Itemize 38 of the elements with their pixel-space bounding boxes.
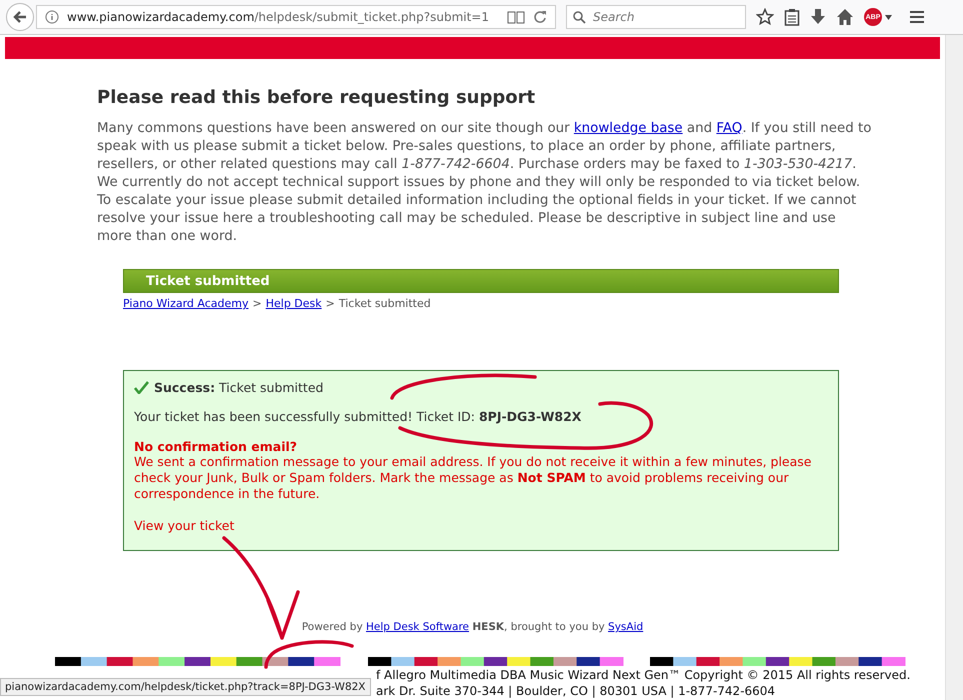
info-icon[interactable] <box>45 10 59 24</box>
intro-paragraph: Many commons questions have been answered on our site though our knowledge base and FAQ. If you still need to speak with us please submit a ticket below. Pre-sales questions, to place an order by phone, affiliate partners, resellers, or other related questions may call 1-877-742-6604. Purchase orders may be faxed to 1-303-530-4217. We currently do not accept technical support issues by phone and they will only be responded to via ticket below. To escalate your issue please submit detailed information including the optional fields in your ticket. If we cannot resolve your issue here a troubleshooting call may be scheduled. Please be descriptive in subject line and use more than one word. <box>97 120 872 246</box>
search-icon <box>573 11 586 24</box>
reload-icon[interactable] <box>533 10 547 24</box>
inline-link[interactable]: FAQ <box>716 121 742 136</box>
footer-text: f Allegro Multimedia DBA Music Wizard Next Gen™ Copyright © 2015 All rights reserved. <box>376 667 912 683</box>
footer-text: ark Dr. Suite 370-344 | Boulder, CO | 80301 USA | 1-877-742-6604 <box>376 683 776 699</box>
ticket-message: Your ticket has been successfully submitted! Ticket ID: 8PJ-DG3-W82X <box>134 409 582 424</box>
breadcrumb-separator: > <box>326 297 335 310</box>
powered-by-text: Powered by Help Desk Software HESK, brought to you by SysAid <box>300 621 644 633</box>
back-button[interactable] <box>6 3 34 31</box>
footer-link[interactable]: SysAid <box>608 621 644 633</box>
page-heading: Please read this before requesting support <box>97 87 536 108</box>
home-icon[interactable] <box>836 8 854 26</box>
clipboard-icon[interactable] <box>784 8 800 26</box>
breadcrumb-link[interactable]: Help Desk <box>266 297 322 310</box>
address-bar[interactable]: www.pianowizardacademy.com/helpdesk/submit_ticket.php?submit=1 <box>36 5 556 29</box>
warning-text: We sent a confirmation message to your email address. If you do not receive it within a few minutes, please check your Junk, Bulk or Spam folders. Mark the message as Not SPAM to avoid problems receiving our correspondence in the future. <box>134 454 812 502</box>
inline-link[interactable]: knowledge base <box>574 121 683 136</box>
download-icon[interactable] <box>810 8 826 26</box>
breadcrumb-current: Ticket submitted <box>338 297 431 310</box>
status-bar-url: pianowizardacademy.com/helpdesk/ticket.php?track=8PJ-DG3-W82X <box>0 678 370 696</box>
breadcrumb-link[interactable]: Piano Wizard Academy <box>123 297 248 310</box>
caret-icon <box>885 14 892 20</box>
success-title: Success: Ticket submitted <box>154 380 324 395</box>
back-arrow-icon <box>12 9 28 25</box>
bookmark-star-icon[interactable] <box>756 8 774 26</box>
footer-link[interactable]: Help Desk Software <box>366 621 470 633</box>
reader-view-icon[interactable] <box>507 10 525 24</box>
breadcrumb-separator: > <box>252 297 262 310</box>
url-text: www.pianowizardacademy.com/helpdesk/submit_ticket.php?submit=1 <box>67 10 490 24</box>
checkmark-icon <box>134 381 149 394</box>
section-title: Ticket submitted <box>146 274 270 288</box>
view-ticket-link[interactable]: View your ticket <box>134 518 234 533</box>
warning-title: No confirmation email? <box>134 439 298 454</box>
menu-icon[interactable] <box>910 10 924 24</box>
scrollbar[interactable] <box>945 35 963 700</box>
search-field[interactable]: Search <box>566 5 746 29</box>
